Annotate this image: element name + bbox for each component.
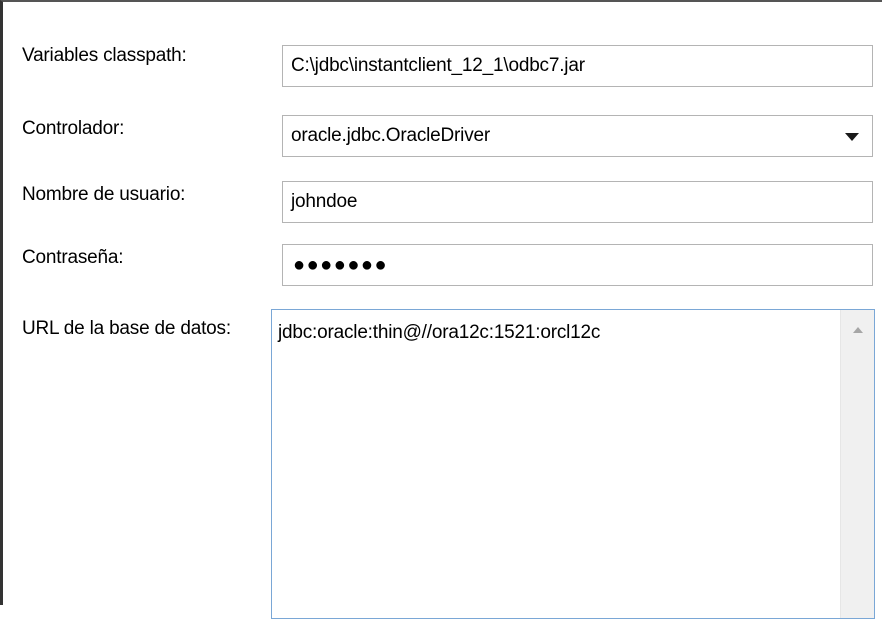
driver-value: oracle.jdbc.OracleDriver <box>291 125 490 146</box>
classpath-input[interactable]: C:\jdbc\instantclient_12_1\odbc7.jar <box>282 45 873 87</box>
classpath-value: C:\jdbc\instantclient_12_1\odbc7.jar <box>291 55 585 76</box>
database-url-label: URL de la base de datos: <box>22 318 231 339</box>
chevron-down-icon[interactable] <box>845 133 859 141</box>
driver-label: Controlador: <box>22 118 125 139</box>
database-url-textarea[interactable]: jdbc:oracle:thin@//ora12c:1521:orcl12c <box>271 309 875 619</box>
scroll-up-button[interactable] <box>841 310 874 346</box>
scroll-up-icon <box>852 327 863 333</box>
database-connection-form: Variables classpath: C:\jdbc\instantclie… <box>0 0 882 619</box>
database-url-value: jdbc:oracle:thin@//ora12c:1521:orcl12c <box>278 322 601 343</box>
driver-select[interactable]: oracle.jdbc.OracleDriver <box>282 115 873 157</box>
password-label: Contraseña: <box>22 247 124 268</box>
vertical-scrollbar[interactable] <box>840 310 874 618</box>
username-label: Nombre de usuario: <box>22 184 186 205</box>
password-input[interactable]: ●●●●●●● <box>282 244 873 286</box>
classpath-label: Variables classpath: <box>22 45 187 66</box>
password-masked-value: ●●●●●●● <box>293 253 389 276</box>
username-value: johndoe <box>291 191 358 212</box>
username-input[interactable]: johndoe <box>282 181 873 223</box>
